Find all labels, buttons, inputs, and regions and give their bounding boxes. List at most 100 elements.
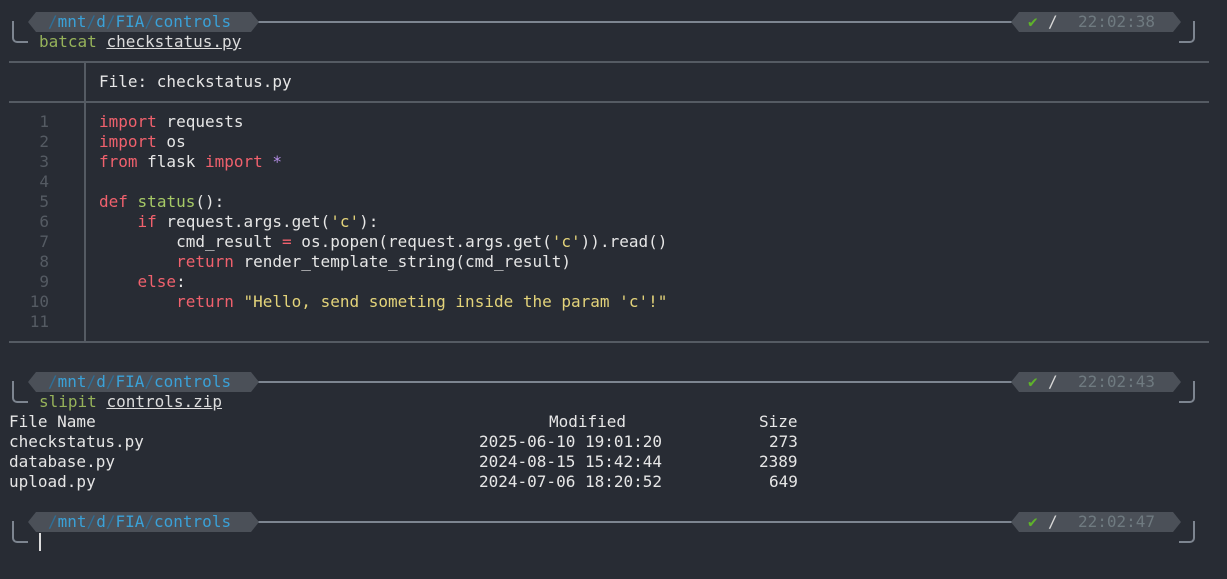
column-header-size: Size: [759, 412, 798, 431]
line-number: 5: [39, 192, 49, 211]
zip-entry-name: checkstatus.py: [9, 432, 144, 451]
zip-entry-size: 2389: [759, 452, 798, 471]
code-token: =: [282, 232, 292, 251]
code-token: if: [137, 212, 157, 231]
code-token: status: [137, 192, 196, 211]
command-argument: checkstatus.py: [106, 32, 242, 51]
check-icon: ✔: [1028, 512, 1038, 531]
code-token: import: [99, 112, 157, 131]
code-token: from: [99, 152, 138, 171]
column-header-modified: Modified: [549, 412, 627, 431]
path-separator: /: [48, 372, 58, 391]
code-line: from flask import *: [99, 152, 282, 172]
code-token: *: [272, 152, 283, 171]
prompt-rule: [250, 521, 1020, 523]
text-cursor[interactable]: [39, 533, 41, 551]
command-line: slipit controls.zip: [39, 392, 222, 412]
prompt-1: /mnt/d/FIA/controls ✔ / 22:02:38 batcat …: [0, 11, 1227, 55]
bat-header-divider: [84, 63, 86, 101]
bat-file-label: File: checkstatus.py: [99, 72, 292, 91]
prompt-2: /mnt/d/FIA/controls ✔ / 22:02:43 slipit …: [0, 371, 1227, 415]
line-number: 7: [39, 232, 49, 251]
line-number: 8: [39, 252, 49, 271]
prompt-bracket-right: [1179, 21, 1195, 43]
path-component: mnt: [57, 12, 87, 31]
path-component: d: [96, 12, 106, 31]
path-separator: /: [144, 512, 155, 531]
code-token: import: [204, 152, 263, 171]
prompt-time: 22:02:38: [1078, 12, 1156, 31]
path-component: FIA: [115, 512, 145, 531]
path-component: d: [96, 372, 106, 391]
line-number: 6: [39, 212, 49, 231]
code-token: ):: [359, 212, 379, 231]
command-name: batcat: [39, 32, 97, 51]
status-separator: /: [1048, 372, 1058, 391]
command-name: slipit: [39, 392, 97, 411]
prompt-bracket-right: [1179, 381, 1195, 403]
current-path: /mnt/d/FIA/controls: [48, 512, 231, 532]
zip-entry-modified: 2025-06-10 19:01:20: [479, 432, 663, 451]
command-line: batcat checkstatus.py: [39, 32, 241, 52]
path-component: controls: [154, 512, 232, 531]
path-separator: /: [48, 512, 58, 531]
line-number: 3: [39, 152, 49, 171]
bat-bottom-rule: [9, 341, 1209, 343]
current-path: /mnt/d/FIA/controls: [48, 372, 231, 392]
code-line: return "Hello, send someting inside the …: [99, 292, 667, 312]
code-token: "Hello, send someting inside the param '…: [243, 292, 668, 311]
prompt-bracket-left: [12, 21, 28, 43]
zip-entry-name: upload.py: [9, 472, 96, 491]
code-token: :: [176, 272, 186, 291]
prompt-time: 22:02:43: [1078, 372, 1156, 391]
zip-entry-size: 273: [769, 432, 798, 451]
code-line: return render_template_string(cmd_result…: [99, 252, 571, 272]
code-token: os: [156, 132, 186, 151]
path-separator: /: [144, 12, 155, 31]
line-number: 2: [39, 132, 49, 151]
zip-entry-name: database.py: [9, 452, 115, 471]
zip-entry-modified: 2024-08-15 15:42:44: [479, 452, 663, 471]
prompt-bracket-right: [1179, 521, 1195, 543]
code-token: 'c': [551, 232, 581, 251]
path-component: mnt: [57, 512, 87, 531]
path-separator: /: [48, 12, 58, 31]
path-component: controls: [154, 372, 232, 391]
bat-top-rule: [9, 61, 1209, 63]
prompt-bracket-left: [12, 521, 28, 543]
path-component: d: [96, 512, 106, 531]
prompt-3: /mnt/d/FIA/controls ✔ / 22:02:47: [0, 511, 1227, 555]
zip-entry-modified: 2024-07-06 18:20:52: [479, 472, 663, 491]
path-separator: /: [86, 372, 97, 391]
code-token: import: [99, 132, 157, 151]
code-token: requests: [156, 112, 244, 131]
code-token: ():: [195, 192, 225, 211]
path-separator: /: [86, 12, 97, 31]
code-token: cmd_result: [99, 232, 283, 251]
code-token: os.popen(request.args.get(: [291, 232, 552, 251]
code-line: cmd_result = os.popen(request.args.get('…: [99, 232, 667, 252]
code-line: else:: [99, 272, 186, 292]
prompt-rule: [250, 381, 1020, 383]
prompt-time: 22:02:47: [1078, 512, 1156, 531]
check-icon: ✔: [1028, 372, 1038, 391]
code-token: flask: [137, 152, 205, 171]
code-line: import requests: [99, 112, 244, 132]
code-token: return: [176, 252, 234, 271]
command-argument: controls.zip: [106, 392, 223, 411]
line-number: 4: [39, 172, 49, 191]
prompt-bracket-left: [12, 381, 28, 403]
code-token: else: [137, 272, 177, 291]
current-path: /mnt/d/FIA/controls: [48, 12, 231, 32]
status-separator: /: [1048, 12, 1058, 31]
line-number: 10: [29, 292, 49, 311]
code-line: import os: [99, 132, 186, 152]
line-number: 11: [29, 312, 49, 331]
path-component: FIA: [115, 372, 145, 391]
